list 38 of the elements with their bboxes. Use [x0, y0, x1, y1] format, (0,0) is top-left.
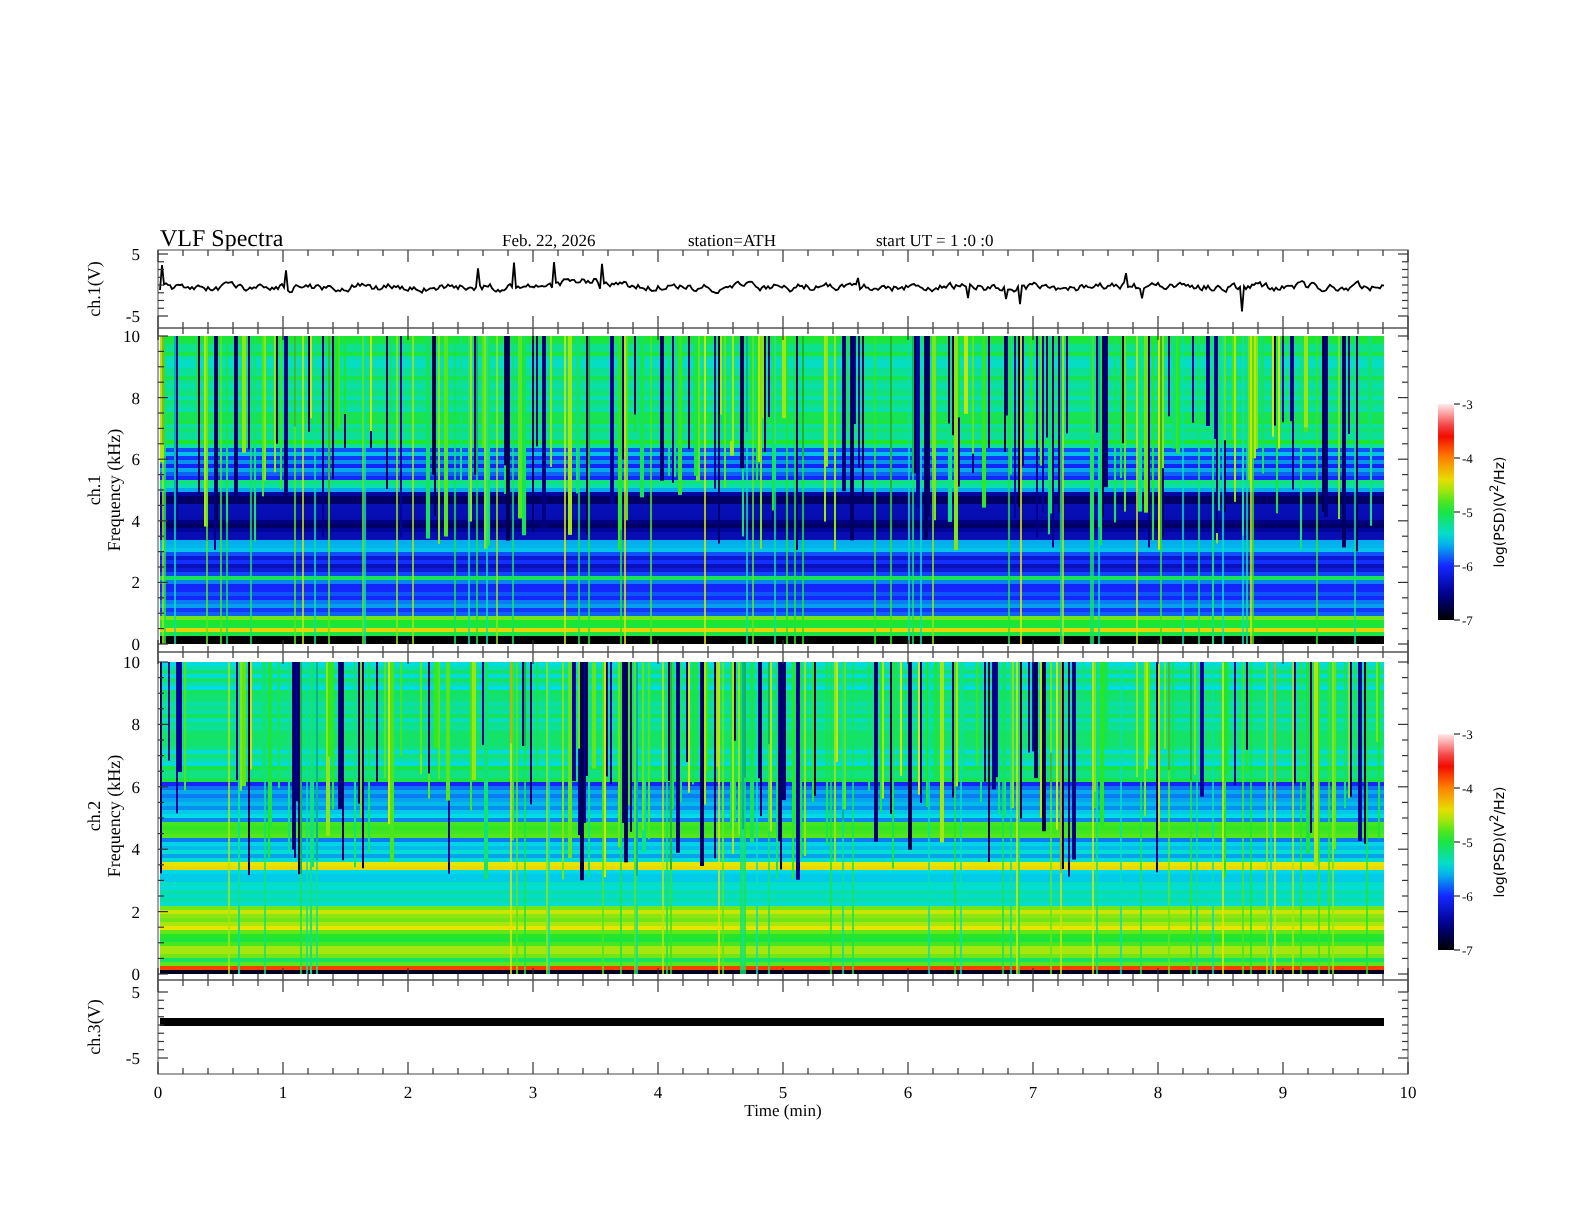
tick-label: 2	[131, 572, 140, 593]
station-label: station=ATH	[688, 230, 776, 250]
tick-label: 6	[903, 1082, 913, 1102]
axis-label: ch.2	[84, 800, 104, 832]
axis-label: Frequency (kHz)	[104, 754, 124, 878]
tick-label: 2	[403, 1082, 413, 1102]
axis-label: Frequency (kHz)	[104, 428, 124, 552]
tick-label: 10	[123, 652, 140, 672]
tick-label: 8	[131, 387, 140, 408]
axis-label: ch.1(V)	[84, 261, 104, 317]
axis-label: Time (min)	[744, 1100, 822, 1120]
tick-label: 6	[131, 449, 140, 470]
tick-label: 5	[131, 982, 140, 1002]
tick-label: 10	[123, 326, 140, 346]
tick-label: 2	[131, 901, 140, 922]
axis-label: ch.1	[84, 474, 104, 506]
tick-label: 8	[1153, 1082, 1163, 1102]
tick-label: 0	[131, 634, 140, 654]
tick-label: 10	[1399, 1082, 1417, 1102]
axis-label: ch.3(V)	[84, 999, 104, 1055]
tick-label: 7	[1028, 1082, 1038, 1102]
tick-label: 4	[131, 510, 140, 531]
tick-label: -5	[125, 306, 140, 326]
start-time-label: start UT = 1 :0 :0	[876, 230, 994, 250]
tick-label: -5	[125, 1048, 140, 1068]
date-label: Feb. 22, 2026	[502, 230, 596, 250]
tick-label: 5	[778, 1082, 788, 1102]
figure-title: VLF Spectra	[160, 224, 284, 252]
tick-label: 5	[131, 244, 140, 264]
tick-label: 8	[131, 714, 140, 735]
tick-label: 9	[1278, 1082, 1288, 1102]
tick-label: 6	[131, 776, 140, 797]
tick-label: 0	[131, 964, 140, 984]
tick-label: 4	[653, 1082, 663, 1102]
tick-label: 4	[131, 839, 140, 860]
tick-label: 0	[153, 1082, 163, 1102]
tick-label: 3	[528, 1082, 538, 1102]
tick-label: 1	[278, 1082, 288, 1102]
